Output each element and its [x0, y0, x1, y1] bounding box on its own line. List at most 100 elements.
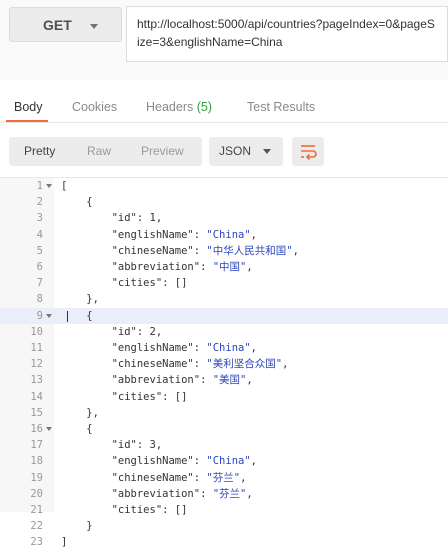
fold-toggle-icon[interactable] — [46, 184, 52, 188]
code-text: "id": 1, — [61, 212, 163, 225]
format-dropdown[interactable]: JSON — [209, 137, 283, 166]
line-number: 21 — [30, 504, 43, 516]
code-line: 16 { — [0, 421, 448, 437]
code-text: { — [61, 196, 93, 209]
tab-headers[interactable]: Headers (5) — [146, 100, 212, 114]
fold-toggle-icon[interactable] — [46, 427, 52, 431]
code-line: 23] — [0, 534, 448, 550]
code-line: 21 "cities": [] — [0, 502, 448, 518]
code-text: "englishName": "China", — [61, 342, 257, 354]
line-number: 7 — [36, 277, 43, 290]
code-text: "chineseName": "美利坚合众国", — [61, 358, 289, 371]
chevron-down-icon — [263, 149, 271, 154]
method-label: GET — [43, 17, 72, 33]
chevron-down-icon — [90, 24, 98, 29]
format-label: JSON — [219, 144, 252, 158]
tab-test-results-label: Test Results — [247, 100, 316, 114]
code-text: "abbreviation": "美国", — [61, 374, 253, 387]
code-line: 11 "englishName": "China", — [0, 340, 448, 356]
wrap-lines-icon — [301, 145, 317, 161]
active-tab-indicator — [6, 120, 48, 122]
code-line: 9 { — [0, 307, 448, 324]
fold-toggle-icon[interactable] — [46, 313, 52, 318]
line-number: 10 — [30, 325, 43, 338]
line-number: 19 — [30, 471, 43, 484]
code-line: 17 "id": 3, — [0, 437, 448, 453]
preview-button[interactable]: Preview — [141, 144, 184, 158]
line-number: 1 — [36, 180, 43, 192]
code-line: 7 "cities": [] — [0, 275, 448, 291]
code-line: 6 "abbreviation": "中国", — [0, 259, 448, 275]
wrap-lines-button[interactable] — [292, 137, 324, 166]
code-text: }, — [61, 293, 99, 306]
code-line: 13 "abbreviation": "美国", — [0, 372, 448, 388]
line-number: 13 — [30, 374, 43, 387]
line-number: 3 — [36, 212, 43, 225]
code-text: "abbreviation": "芬兰", — [61, 487, 253, 500]
line-number: 4 — [36, 228, 43, 241]
code-text: "id": 3, — [61, 439, 163, 452]
code-text: "cities": [] — [61, 277, 188, 290]
url-input[interactable]: http://localhost:5000/api/countries?page… — [126, 6, 448, 62]
url-text: http://localhost:5000/api/countries?page… — [137, 17, 435, 49]
line-number: 14 — [30, 390, 43, 403]
method-dropdown[interactable]: GET — [9, 7, 122, 42]
line-number: 15 — [30, 406, 43, 419]
code-text: "id": 2, — [61, 325, 163, 338]
code-text: } — [61, 520, 93, 533]
tab-headers-label: Headers — [146, 100, 194, 114]
line-number: 22 — [30, 520, 43, 533]
line-number: 9 — [36, 309, 43, 322]
code-line: 4 "englishName": "China", — [0, 227, 448, 243]
response-tabs: Body Cookies Headers (5) Test Results — [0, 90, 448, 123]
line-number: 17 — [30, 439, 43, 452]
code-text: ] — [61, 536, 68, 549]
line-number: 2 — [36, 196, 43, 209]
code-text: { — [61, 309, 93, 322]
line-number: 18 — [30, 455, 43, 468]
code-line: 10 "id": 2, — [0, 324, 448, 340]
line-number: 8 — [36, 293, 43, 306]
code-line: 2 { — [0, 194, 448, 210]
code-line: 20 "abbreviation": "芬兰", — [0, 486, 448, 502]
line-number: 6 — [36, 261, 43, 273]
code-text: "englishName": "China", — [61, 228, 257, 241]
view-mode-group: Pretty Raw Preview — [9, 137, 202, 166]
tab-cookies[interactable]: Cookies — [72, 100, 117, 114]
code-line: 15 }, — [0, 405, 448, 421]
tab-test-results[interactable]: Test Results — [247, 100, 315, 114]
code-line: 19 "chineseName": "芬兰", — [0, 470, 448, 486]
line-number: 11 — [30, 342, 43, 354]
line-number: 12 — [30, 358, 43, 371]
line-number: 5 — [36, 244, 43, 257]
code-line: 12 "chineseName": "美利坚合众国", — [0, 356, 448, 372]
response-body-editor[interactable]: 1[2 {3 "id": 1, 4 "englishName": "China",… — [0, 177, 448, 548]
tab-body-label: Body — [14, 100, 43, 114]
code-text: "abbreviation": "中国", — [61, 261, 253, 273]
pretty-button[interactable]: Pretty — [24, 144, 55, 158]
code-text: { — [61, 423, 93, 435]
code-text: "chineseName": "中华人民共和国", — [61, 244, 299, 257]
code-line: 1[ — [0, 178, 448, 194]
code-line: 8 }, — [0, 291, 448, 307]
response-toolbar: Pretty Raw Preview JSON — [0, 137, 448, 169]
headers-count-badge: (5) — [196, 100, 213, 114]
code-text: "cities": [] — [61, 390, 188, 403]
tab-body[interactable]: Body — [14, 100, 43, 114]
code-text: "chineseName": "芬兰", — [61, 471, 247, 484]
code-text: "englishName": "China", — [61, 455, 257, 468]
request-bar: GET http://localhost:5000/api/countries?… — [0, 0, 448, 80]
code-line: 3 "id": 1, — [0, 210, 448, 226]
line-number: 20 — [30, 487, 43, 500]
code-line: 14 "cities": [] — [0, 389, 448, 405]
raw-button[interactable]: Raw — [87, 144, 111, 158]
line-number: 23 — [30, 536, 43, 549]
code-line: 22 } — [0, 518, 448, 534]
code-text: }, — [61, 406, 99, 419]
line-number: 16 — [30, 423, 43, 435]
code-text: "cities": [] — [61, 504, 188, 516]
code-line: 18 "englishName": "China", — [0, 453, 448, 469]
code-text: [ — [61, 180, 68, 192]
tab-cookies-label: Cookies — [72, 100, 118, 114]
code-line: 5 "chineseName": "中华人民共和国", — [0, 243, 448, 259]
